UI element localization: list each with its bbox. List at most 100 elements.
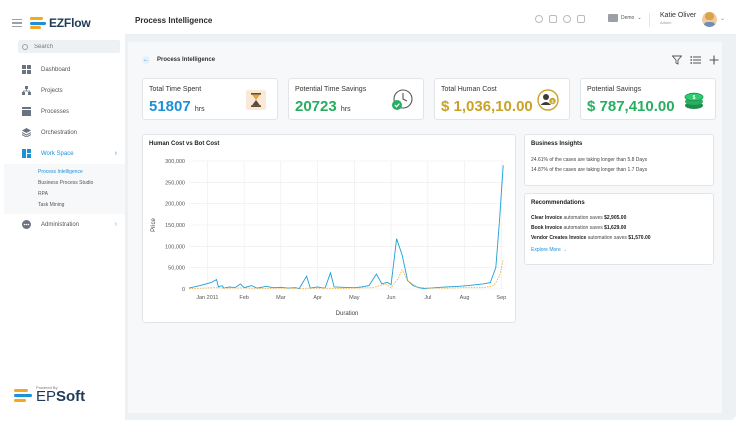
sidebar-item-label: Dashboard [41,66,71,73]
menu-icon[interactable] [12,19,22,27]
chat-icon[interactable] [563,15,571,23]
submenu-item-task-mining[interactable]: Task Mining [4,199,125,210]
stat-value: $ 1,036,10.00 [441,98,533,115]
x-tick-label: Apr [313,295,322,301]
chart-title: Human Cost vs Bot Cost [149,141,220,147]
user-name: Katie Oliver [660,12,697,19]
search-icon [22,43,28,50]
main-area: ← Process Intelligence Total Time Spent … [125,35,736,420]
toolbar [671,55,719,68]
search-icon[interactable] [535,15,543,23]
sidebar-item-orchestration[interactable]: Orchestration [4,122,125,143]
x-tick-label: Feb [239,295,248,301]
dashboard-content: ← Process Intelligence Total Time Spent … [128,42,722,413]
stat-label: Total Human Cost [441,86,497,93]
header-icons [535,15,585,23]
hourglass-icon [246,90,266,110]
recommendations-list: Clear Invoice automation saves $2,905.00… [531,215,651,253]
add-icon[interactable] [709,55,719,68]
stat-label: Potential Time Savings [295,86,367,93]
y-tick-label: 150,000 [165,223,185,229]
recommendation-item: Book Invoice automation saves $1,629.00 [531,225,627,231]
submenu-item-process-intelligence[interactable]: Process Intelligence [4,166,125,177]
sidebar-search[interactable] [18,40,120,53]
sidebar-item-processes[interactable]: Processes [4,101,125,122]
environment-label: Demo [621,15,635,21]
layers-box-icon [22,107,31,116]
y-tick-label: 50,000 [168,266,185,272]
series-line-human-cost [188,165,504,290]
stat-label: Total Time Spent [149,86,202,93]
sidebar: EZFlow Dashboard Projects [4,4,125,420]
chevron-down-icon[interactable]: ⌄ [720,15,725,22]
sidebar-item-dashboard[interactable]: Dashboard [4,59,125,80]
workspace-submenu: Process Intelligence Business Process St… [4,164,125,214]
sidebar-item-label: Processes [41,108,70,115]
stat-potential-savings: Potential Savings $ 787,410.00 $ [580,78,716,120]
app-window: EZFlow Dashboard Projects [4,4,736,420]
sidebar-nav: Dashboard Projects Processes Orchestrati… [4,59,125,235]
epsoft-wordmark: EPSoft [36,388,86,405]
breadcrumb: ← Process Intelligence [142,56,215,64]
recommendation-item: Clear Invoice automation saves $2,905.00 [531,215,627,221]
sidebar-item-administration[interactable]: Administration › [4,214,125,235]
stack-icon [22,128,31,137]
workspace-icon [22,149,31,158]
ezflow-logo-icon [30,17,46,29]
stat-value: $ 787,410.00 [587,98,675,115]
environment-selector[interactable]: Demo ⌄ [608,14,642,22]
back-arrow-icon[interactable]: ← [142,56,150,64]
search-input[interactable] [34,43,114,50]
insights-list: 24.61% of the cases are taking longer th… [531,157,647,173]
sidebar-item-label: Orchestration [41,129,78,136]
y-tick-label: 300,000 [165,159,185,165]
brand-name: EZFlow [49,16,91,30]
insight-line: 24.61% of the cases are taking longer th… [531,157,648,163]
chevron-right-icon: › [114,221,117,228]
grid-icon [22,65,31,74]
y-tick-label: 250,000 [165,180,185,186]
x-tick-label: Jan 2011 [196,295,218,301]
avatar[interactable] [702,12,717,27]
breadcrumb-label: Process Intelligence [157,57,216,63]
settings-icon[interactable] [577,15,585,23]
insight-line: 14.87% of the cases are taking longer th… [531,167,648,173]
brand: EZFlow [12,14,91,32]
stat-value: 51807 hrs [149,98,205,115]
x-tick-label: Jun [387,295,396,301]
y-tick-label: 0 [182,287,185,293]
powered-by-epsoft: Powered By EPSoft [14,385,85,404]
stat-potential-time-savings: Potential Time Savings 20723 hrs [288,78,424,120]
page-title: Process Intelligence [135,16,213,25]
coins-icon: $ [684,92,704,109]
submenu-item-business-process-studio[interactable]: Business Process Studio [4,177,125,188]
y-tick-label: 200,000 [165,202,185,208]
x-tick-label: Jul [424,295,431,301]
stat-value: 20723 hrs [295,98,351,115]
explore-more-link[interactable]: Explore More → [531,247,651,253]
clock-check-icon [392,89,413,110]
person-money-icon: $ [537,89,559,111]
y-axis-label: Price [151,218,157,232]
stat-label: Potential Savings [587,86,642,93]
submenu-item-rpa[interactable]: RPA [4,188,125,199]
list-view-icon[interactable] [690,55,701,68]
chevron-right-icon: › [114,150,117,157]
x-tick-label: Aug [460,295,470,301]
insights-title: Business Insights [531,141,583,147]
sidebar-item-workspace[interactable]: Work Space › [4,143,125,164]
stat-total-human-cost: Total Human Cost $ 1,036,10.00 $ [434,78,570,120]
x-axis-label: Duration [336,311,359,317]
sidebar-item-projects[interactable]: Projects [4,80,125,101]
recommendations-card: Recommendations Clear Invoice automation… [524,193,714,265]
filter-icon[interactable] [671,55,683,68]
user-menu[interactable]: Katie Oliver Admin [660,12,696,25]
top-header: Process Intelligence Demo ⌄ Katie Oliver… [125,4,736,35]
y-tick-label: 100,000 [165,244,185,250]
series-line-bot-cost [188,259,504,289]
chart-card: Human Cost vs Bot Cost 300,000 250,000 200… [142,134,516,323]
header-divider [649,13,650,27]
recommendation-item: Vendor Creates Invoice automation saves … [531,235,651,241]
epsoft-logo-icon [14,388,32,402]
document-icon[interactable] [549,15,557,23]
